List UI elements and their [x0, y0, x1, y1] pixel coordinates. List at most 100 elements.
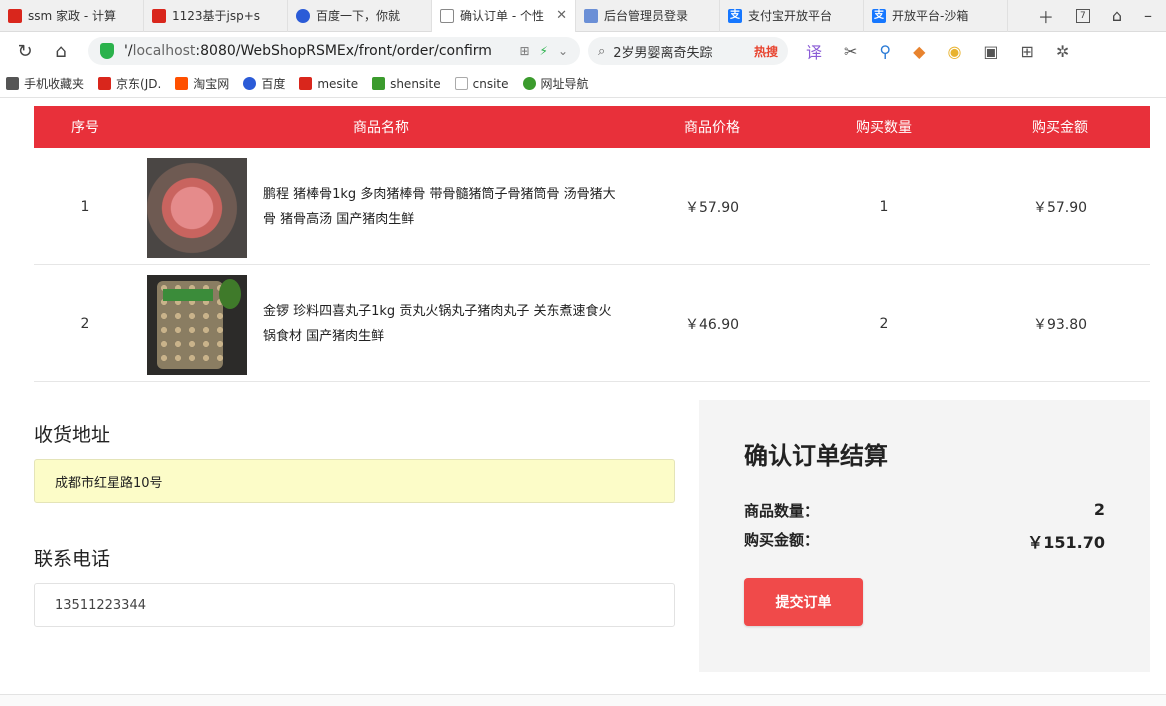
header-amount: 购买金额 [1032, 120, 1088, 136]
product-name[interactable]: 鹏程 猪棒骨1kg 多肉猪棒骨 带骨髓猪筒子骨猪筒骨 汤骨猪大骨 猪骨高汤 国产… [263, 148, 623, 265]
bolt-icon[interactable]: ⚡ [540, 44, 548, 58]
summary-amount-line: 购买金额： ￥151.70 [744, 529, 1105, 553]
browser-tab[interactable]: ssm 家政 - 计算 [0, 0, 144, 32]
product-image[interactable] [147, 158, 247, 258]
product-image[interactable] [147, 275, 247, 375]
game-icon[interactable]: ◆ [913, 42, 925, 61]
product-quantity: 2 [879, 315, 889, 332]
settings-icon[interactable]: ✲ [1056, 42, 1069, 61]
site-favicon-icon [152, 8, 166, 23]
browser-tab[interactable]: 支 支付宝开放平台 [720, 0, 864, 32]
hot-search-label[interactable]: 热搜 [754, 43, 778, 60]
order-confirm-page: 序号 商品名称 商品价格 购买数量 购买金额 1 鹏程 猪棒骨1kg 多肉猪棒骨… [0, 98, 1166, 706]
table-row: 1 鹏程 猪棒骨1kg 多肉猪棒骨 带骨髓猪筒子骨猪筒骨 汤骨猪大骨 猪骨高汤 … [34, 148, 1150, 265]
row-index: 1 [80, 198, 90, 215]
home-icon[interactable]: ⌂ [50, 40, 72, 62]
alipay-icon: 支 [872, 8, 886, 23]
bookmark-item[interactable]: 京东(JD. [98, 75, 161, 92]
amount-label: 购买金额： [744, 531, 820, 549]
jd-icon [98, 77, 112, 90]
navigation-icon [522, 77, 536, 90]
wallet-icon[interactable]: ▣ [983, 42, 998, 61]
tab-title: 支付宝开放平台 [748, 9, 833, 23]
page-icon [454, 77, 468, 90]
browser-tab[interactable]: 后台管理员登录 [576, 0, 720, 32]
alipay-icon: 支 [728, 8, 742, 23]
product-price: ￥46.90 [684, 316, 740, 333]
bookmark-item[interactable]: cnsite [454, 77, 509, 91]
table-row: 2 金锣 珍料四喜丸子1kg 贡丸火锅丸子猪肉丸子 关东煮速食火锅食材 国产猪肉… [34, 265, 1150, 382]
chevron-down-icon[interactable]: ⌄ [558, 44, 568, 58]
bookmarks-bar: 手机收藏夹 京东(JD. 淘宝网 百度 mesite shensite cnsi… [0, 70, 1166, 98]
address-bar[interactable]: '/localhost:8080/WebShopRSMEx/front/orde… [88, 37, 580, 65]
leaf-shape [219, 279, 241, 309]
browser-tab[interactable]: 支 开放平台-沙箱 [864, 0, 1008, 32]
tab-title: 后台管理员登录 [604, 9, 689, 23]
phone-field[interactable]: 13511223344 [34, 583, 675, 627]
browser-tab[interactable]: 百度一下，你就 [288, 0, 432, 32]
mesite-icon [299, 77, 313, 90]
browser-tab[interactable]: 1123基于jsp+s [144, 0, 288, 32]
product-price: ￥57.90 [684, 199, 740, 216]
address-field[interactable]: 成都市红星路10号 [34, 459, 675, 503]
bookmark-item[interactable]: 百度 [243, 75, 285, 92]
site-favicon-icon [8, 8, 22, 23]
header-price: 商品价格 [684, 120, 740, 136]
tab-title: 百度一下，你就 [316, 9, 401, 23]
phone-icon [6, 77, 19, 90]
coin-icon[interactable]: ◉ [947, 42, 961, 61]
tab-title: 1123基于jsp+s [172, 9, 261, 23]
address-label: 收货地址 [34, 424, 111, 446]
count-value: 2 [1093, 500, 1105, 519]
summary-title: 确认订单结算 [744, 442, 888, 470]
new-tab-icon[interactable]: ＋ [1038, 4, 1054, 28]
phone-label: 联系电话 [34, 548, 111, 570]
bookmark-item[interactable]: 淘宝网 [175, 75, 229, 92]
search-icon: ⌕ [598, 43, 606, 59]
product-name[interactable]: 金锣 珍料四喜丸子1kg 贡丸火锅丸子猪肉丸子 关东煮速食火锅食材 国产猪肉生鲜 [263, 265, 623, 382]
close-tab-icon[interactable]: ✕ [556, 8, 567, 23]
tab-title: 开放平台-沙箱 [892, 9, 969, 23]
tab-title: ssm 家政 - 计算 [28, 9, 116, 23]
browser-toolbar: ↻ ⌂ '/localhost:8080/WebShopRSMEx/front/… [0, 32, 1166, 70]
image-favicon-icon [584, 8, 598, 23]
security-shield-icon [100, 43, 114, 59]
header-product-name: 商品名称 [353, 120, 409, 136]
reload-icon[interactable]: ↻ [14, 40, 36, 62]
header-quantity: 购买数量 [856, 120, 912, 136]
order-summary-panel: 确认订单结算 商品数量： 2 购买金额： ￥151.70 提交订单 [699, 400, 1150, 672]
bookmark-item[interactable]: 手机收藏夹 [6, 75, 84, 92]
bookmark-item[interactable]: mesite [299, 77, 358, 91]
summary-count-line: 商品数量： 2 [744, 500, 1105, 521]
shensite-icon [372, 77, 386, 90]
tab-bar-controls: ＋ 7 ⌂ – [1038, 4, 1166, 28]
tab-count-icon[interactable]: 7 [1075, 8, 1090, 23]
browser-tab-bar: ssm 家政 - 计算 1123基于jsp+s 百度一下，你就 确认订单 - 个… [0, 0, 1166, 32]
amount-value: ￥151.70 [1027, 533, 1105, 552]
product-amount: ￥93.80 [1032, 316, 1088, 333]
submit-order-button[interactable]: 提交订单 [744, 578, 863, 626]
baidu-paw-icon [296, 8, 310, 23]
search-box[interactable]: ⌕ 2岁男婴离奇失踪 热搜 [588, 37, 788, 65]
package-label-shape [163, 289, 213, 301]
minimize-icon[interactable]: – [1144, 6, 1152, 25]
scissors-icon[interactable]: ✂ [844, 42, 857, 61]
product-amount: ￥57.90 [1032, 199, 1088, 216]
browser-status-bar [0, 694, 1166, 706]
url-text: '/localhost:8080/WebShopRSMEx/front/orde… [124, 43, 492, 59]
row-index: 2 [80, 315, 90, 332]
shirt-icon[interactable]: ⌂ [1112, 6, 1122, 25]
baidu-paw-icon [243, 77, 257, 90]
tab-title: 确认订单 - 个性 [460, 9, 544, 23]
apps-icon[interactable]: ⊞ [1021, 42, 1034, 61]
order-table-header: 序号 商品名称 商品价格 购买数量 购买金额 [34, 106, 1150, 148]
search-text: 2岁男婴离奇失踪 [613, 45, 713, 61]
magnifier-icon[interactable]: ⚲ [879, 42, 891, 61]
translate-icon[interactable]: 译 [806, 39, 822, 63]
bookmark-item[interactable]: 网址导航 [522, 75, 589, 92]
grid-icon[interactable]: ⊞ [519, 44, 529, 58]
page-favicon-icon [440, 8, 454, 23]
bookmark-item[interactable]: shensite [372, 77, 441, 91]
browser-tab-active[interactable]: 确认订单 - 个性 ✕ [432, 0, 576, 32]
product-quantity: 1 [879, 198, 889, 215]
